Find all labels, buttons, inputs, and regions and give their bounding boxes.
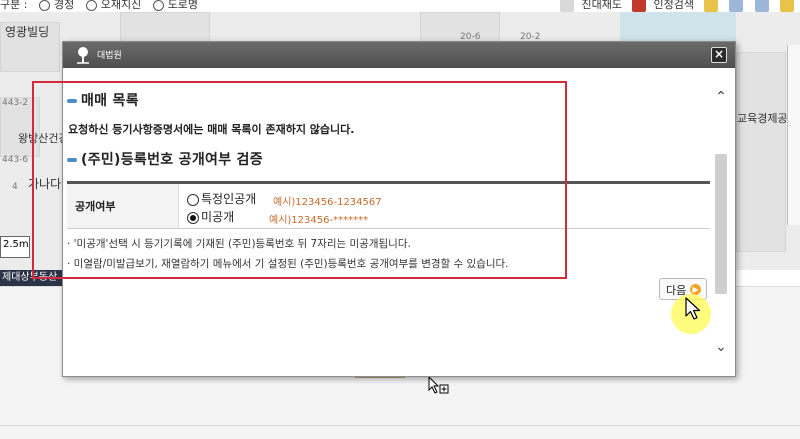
example-non-disclosure: 예시)123456-******* xyxy=(269,215,369,226)
move-cursor-icon xyxy=(428,376,449,394)
bullet-icon xyxy=(67,158,77,162)
dialog-header: 대법원 × xyxy=(63,42,735,68)
section-title-number-disclosure: (주민)등록번호 공개여부 검증 xyxy=(67,149,263,169)
search-type-radio-2[interactable] xyxy=(85,0,97,11)
map-label-store: 가나다 xyxy=(28,177,62,191)
example-specific-disclosure: 예시)123456-1234567 xyxy=(273,197,382,208)
zoom-in-icon[interactable] xyxy=(729,0,743,12)
map-lot-number-4: 443-6 xyxy=(2,155,29,165)
map-tool-1[interactable]: 진대재도 xyxy=(559,0,622,12)
bullet-icon xyxy=(67,99,77,103)
option-specific-disclosure[interactable]: 특정인공개 xyxy=(187,190,256,207)
search-type-option-2[interactable]: 오재지신 xyxy=(101,0,141,11)
map-lot-number-5: 4 xyxy=(12,182,18,192)
court-logo-text: 대법원 xyxy=(97,51,122,61)
search-type-options: 구분 : 경정 오재지신 도로명 xyxy=(0,0,202,12)
map-tool-2[interactable]: 인정검색 xyxy=(631,0,694,12)
zoom-out-icon[interactable] xyxy=(754,0,769,12)
sales-list-message: 요청하신 등기사항증명서에는 매매 목록이 존재하지 않습니다. xyxy=(68,123,355,136)
ruler-icon[interactable] xyxy=(780,0,794,12)
note-item: · 미열람/미발급보기, 재열람하기 메뉴에서 기 설정된 (주민)등록번호 공… xyxy=(67,258,509,270)
radio-specific-disclosure[interactable] xyxy=(187,193,199,206)
close-button[interactable]: × xyxy=(711,47,727,63)
pencil-icon[interactable] xyxy=(703,0,718,12)
search-type-radio-3[interactable] xyxy=(152,0,164,11)
map-tools: 진대재도 인정검색 xyxy=(554,0,796,12)
section-title-sales-list: 매매 목록 xyxy=(67,90,139,110)
map-scale: 2.5m xyxy=(0,236,30,258)
scroll-down-icon[interactable]: ⌄ xyxy=(714,340,728,354)
search-type-radio-1[interactable] xyxy=(38,0,50,11)
map-label-office: 교육경제공 xyxy=(737,112,788,125)
disclosure-table: 공개여부 특정인공개 예시)123456-1234567 미공개 예시)1234… xyxy=(67,181,710,229)
court-logo-icon xyxy=(77,47,89,64)
dialog-scrollbar[interactable]: ⌃ ⌄ xyxy=(714,82,728,360)
option-non-disclosure[interactable]: 미공개 xyxy=(187,208,234,225)
record-search-icon xyxy=(631,0,646,12)
registration-number-dialog: 대법원 × 매매 목록 요청하신 등기사항증명서에는 매매 목록이 존재하지 않… xyxy=(62,41,736,377)
background-section-header: 제대상부동산 xyxy=(0,270,62,286)
scroll-up-icon[interactable]: ⌃ xyxy=(714,90,728,104)
search-type-prefix: 구분 : xyxy=(0,0,28,11)
map-side-panel[interactable] xyxy=(787,45,800,225)
disclosure-header: 공개여부 xyxy=(67,184,179,228)
divider xyxy=(0,425,800,426)
search-type-option-1[interactable]: 경정 xyxy=(54,0,74,11)
map-lot-number-1: 443-2 xyxy=(2,98,29,108)
scrollbar-thumb[interactable] xyxy=(715,154,727,294)
note-item: · '미공개'선택 시 등기기록에 기재된 (주민)등록번호 뒤 7자리는 미공… xyxy=(67,238,411,250)
search-type-option-3[interactable]: 도로명 xyxy=(168,0,198,11)
map-label-building: 영광빌딩 xyxy=(5,25,50,39)
map-toolbar: 구분 : 경정 오재지신 도로명 진대재도 인정검색 xyxy=(0,0,800,12)
mouse-pointer-icon xyxy=(685,297,701,320)
map-view-icon xyxy=(559,0,574,12)
radio-non-disclosure[interactable] xyxy=(187,211,199,224)
